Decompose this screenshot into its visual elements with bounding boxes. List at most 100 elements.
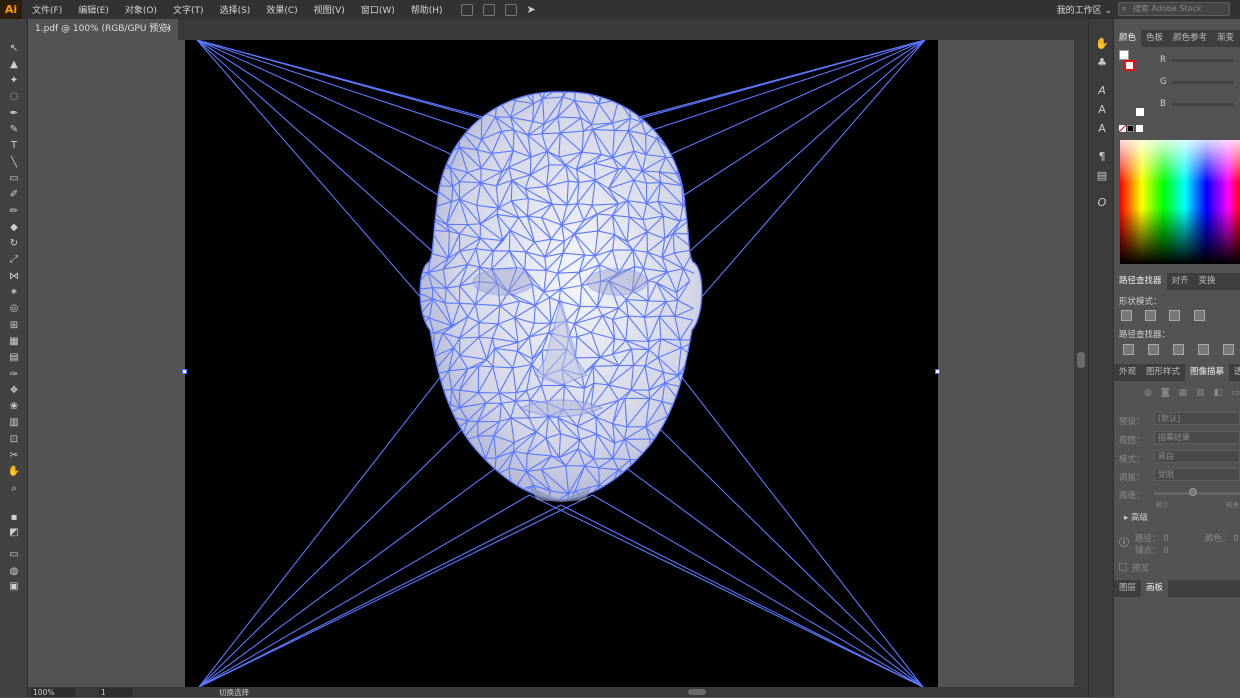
menu-help[interactable]: 帮助(H) (403, 3, 451, 16)
divide-button[interactable] (1123, 344, 1134, 355)
canvas[interactable] (28, 40, 1074, 687)
black-swatch[interactable] (1127, 125, 1134, 132)
slice-tool-icon[interactable]: ✂ (6, 449, 22, 463)
menu-effect[interactable]: 效果(C) (258, 3, 305, 16)
artboard[interactable] (185, 40, 938, 687)
tab-appearance[interactable]: 外观 (1114, 364, 1141, 381)
view-select[interactable]: 描摹结果 (1154, 431, 1240, 444)
minus-front-button[interactable] (1145, 310, 1156, 321)
magic-wand-tool-icon[interactable]: ✦ (6, 74, 22, 88)
fill-stroke-icon[interactable]: ◩ (6, 525, 22, 539)
tab-image-trace[interactable]: 图像描摹 (1185, 364, 1229, 381)
color-mode-icon[interactable]: ▭ (6, 547, 22, 561)
channel-g-slider[interactable] (1172, 81, 1234, 84)
tab-layers[interactable]: 图层 (1114, 580, 1141, 597)
tab-color[interactable]: 颜色 (1114, 30, 1141, 47)
tab-align[interactable]: 对齐 (1167, 273, 1194, 290)
puppet-warp-tool-icon[interactable]: ✶ (6, 286, 22, 300)
menu-object[interactable]: 对象(O) (117, 3, 165, 16)
drawing-mode-icon[interactable]: ◍ (6, 564, 22, 578)
tab-graphic-styles[interactable]: 图形样式 (1141, 364, 1185, 381)
line-tool-icon[interactable]: ╲ (6, 155, 22, 169)
menu-edit[interactable]: 编辑(E) (70, 3, 117, 16)
scale-tool-icon[interactable]: ⤢ (6, 253, 22, 267)
width-tool-icon[interactable]: ⋈ (6, 269, 22, 283)
color-spectrum[interactable] (1120, 140, 1240, 264)
menu-select[interactable]: 选择(S) (212, 3, 259, 16)
symbol-sprayer-tool-icon[interactable]: ❀ (6, 400, 22, 414)
paintbrush-tool-icon[interactable]: ✐ (6, 188, 22, 202)
channel-r-slider[interactable] (1172, 59, 1234, 62)
tab-artboards[interactable]: 画板 (1141, 580, 1168, 597)
blend-tool-icon[interactable]: ❖ (6, 383, 22, 397)
merge-button[interactable] (1173, 344, 1184, 355)
vertical-scrollbar[interactable] (1074, 40, 1088, 687)
preview-checkbox[interactable] (1119, 563, 1127, 571)
gradient-tool-icon[interactable]: ▤ (6, 351, 22, 365)
curvature-tool-icon[interactable]: ✎ (6, 123, 22, 137)
close-icon[interactable]: × (164, 19, 172, 40)
tab-transparency[interactable]: 透 (1229, 364, 1240, 381)
fill-stroke-swatch[interactable] (1119, 50, 1135, 72)
screen-mode-icon[interactable]: ▣ (6, 579, 22, 593)
tab-pathfinder[interactable]: 路径查找器 (1114, 273, 1167, 290)
hand-icon[interactable]: ✋ (1095, 36, 1109, 50)
mesh-tool-icon[interactable]: ▦ (6, 334, 22, 348)
zoom-field[interactable]: 100% (31, 688, 75, 697)
zoom-tool-icon[interactable]: ⌕ (6, 481, 22, 495)
shaper-tool-icon[interactable]: ✏ (6, 204, 22, 218)
threshold-slider-thumb[interactable] (1189, 488, 1197, 496)
document-tab[interactable]: 1.pdf @ 100% (RGB/GPU 预览) × (28, 19, 178, 40)
graph-tool-icon[interactable]: ▥ (6, 416, 22, 430)
club-icon[interactable]: ♣ (1095, 55, 1109, 69)
artboard-tool-icon[interactable]: ⊡ (6, 432, 22, 446)
tab-color-guide[interactable]: 颜色参考 (1168, 30, 1212, 47)
unite-button[interactable] (1121, 310, 1132, 321)
tab-transform[interactable]: 变换 (1194, 273, 1221, 290)
grayscale-icon[interactable]: ▥ (1196, 388, 1205, 398)
none-swatch[interactable] (1119, 125, 1126, 132)
shape-builder-tool-icon[interactable]: ◎ (6, 302, 22, 316)
workspace-switcher[interactable]: 我的工作区 ⌄ (1057, 3, 1112, 16)
low-poly-face-artwork[interactable] (185, 40, 938, 687)
menu-window[interactable]: 窗口(W) (353, 3, 403, 16)
horizontal-scroll-thumb[interactable] (688, 689, 706, 695)
stock-icon[interactable] (483, 4, 495, 16)
send-icon[interactable]: ➤ (527, 3, 536, 16)
paragraph-icon[interactable]: ¶ (1095, 149, 1109, 163)
auto-color-icon[interactable]: ◍ (1144, 388, 1152, 398)
stock-search-input[interactable]: ⌕ 搜索 Adobe Stock (1118, 2, 1230, 16)
advanced-toggle[interactable]: ▸ 高级 (1124, 511, 1148, 523)
menu-type[interactable]: 文字(T) (165, 3, 212, 16)
outline-button[interactable] (1223, 344, 1234, 355)
type-tool-icon[interactable]: T (6, 139, 22, 153)
intersect-button[interactable] (1169, 310, 1180, 321)
crop-button[interactable] (1198, 344, 1209, 355)
tab-gradient[interactable]: 渐变 (1212, 30, 1239, 47)
rotate-tool-icon[interactable]: ↻ (6, 237, 22, 251)
grid-icon[interactable]: ▦ (1179, 388, 1188, 398)
selection-tool-icon[interactable]: ↖ (6, 41, 22, 55)
channel-b-slider[interactable] (1172, 103, 1234, 106)
bridge-icon[interactable] (461, 4, 473, 16)
lasso-tool-icon[interactable]: ◌ (6, 90, 22, 104)
perspective-grid-tool-icon[interactable]: ⊞ (6, 318, 22, 332)
mode-select[interactable]: 黑白 (1154, 450, 1240, 463)
status-text[interactable]: 切换选择 (219, 687, 249, 698)
menu-view[interactable]: 视图(V) (306, 3, 353, 16)
threshold-slider[interactable] (1154, 492, 1240, 495)
rectangle-tool-icon[interactable]: ▭ (6, 171, 22, 185)
opentype-icon[interactable]: O (1095, 195, 1109, 209)
camera-icon[interactable]: ◙ (1161, 388, 1170, 398)
palette-select[interactable]: 受限 (1154, 468, 1240, 481)
tab-swatches[interactable]: 色板 (1141, 30, 1168, 47)
preset-select[interactable]: [默认] (1154, 412, 1240, 425)
layers-icon[interactable]: ▤ (1095, 168, 1109, 182)
outline-icon[interactable]: ▭ (1231, 388, 1240, 398)
direct-selection-tool-icon[interactable]: ▲ (6, 57, 22, 71)
black-white-icon[interactable]: ◧ (1214, 388, 1223, 398)
character-styles-icon[interactable]: A (1095, 102, 1109, 116)
selection-handle-left[interactable] (182, 369, 187, 374)
selection-handle-right[interactable] (935, 369, 940, 374)
artboard-number-field[interactable]: 1 (99, 688, 133, 697)
